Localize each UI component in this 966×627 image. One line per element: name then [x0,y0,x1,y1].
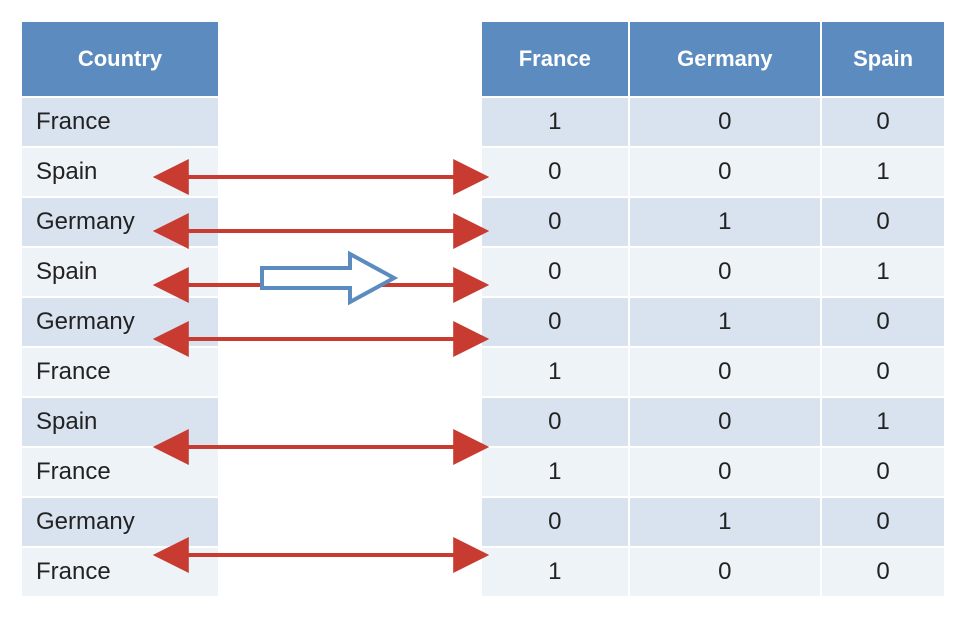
table-row: 010 [481,197,945,247]
table-row: 001 [481,397,945,447]
encoded-body: 100 001 010 001 010 100 001 100 010 100 [481,97,945,597]
encoded-header: Germany [629,21,822,97]
encoded-table: France Germany Spain 100 001 010 001 010… [480,20,946,598]
source-table: Country France Spain Germany Spain Germa… [20,20,220,598]
table-row: Germany [21,497,219,547]
table-row: France [21,547,219,597]
table-row: 100 [481,97,945,147]
table-row: Germany [21,197,219,247]
table-row: 001 [481,247,945,297]
table-row: Spain [21,397,219,447]
table-row: France [21,347,219,397]
table-row: 100 [481,547,945,597]
transform-arrow-icon [258,250,398,306]
table-row: 100 [481,447,945,497]
source-header: Country [21,21,219,97]
table-row: France [21,97,219,147]
table-row: 010 [481,497,945,547]
table-row: Germany [21,297,219,347]
table-row: Spain [21,147,219,197]
encoded-header: Spain [821,21,945,97]
source-body: France Spain Germany Spain Germany Franc… [21,97,219,597]
table-row: Spain [21,247,219,297]
table-row: 100 [481,347,945,397]
table-row: 010 [481,297,945,347]
encoded-header: France [481,21,629,97]
table-row: 001 [481,147,945,197]
table-row: France [21,447,219,497]
